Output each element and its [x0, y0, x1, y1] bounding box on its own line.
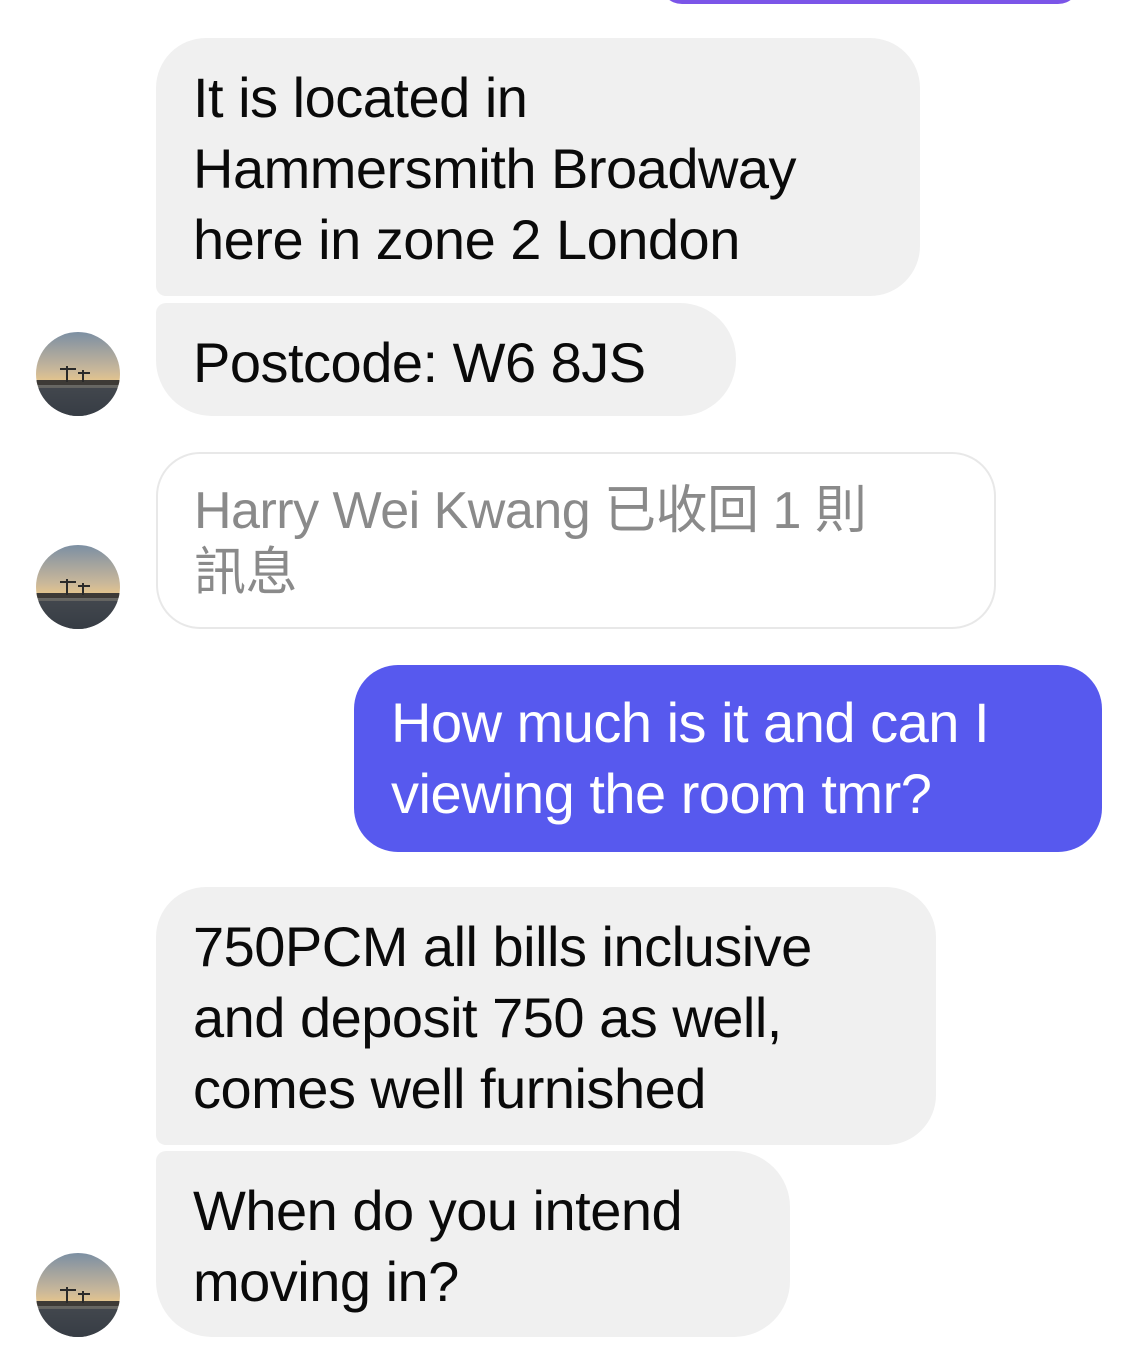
received-message-location[interactable]: It is located in Hammersmith Broadway he… [156, 38, 920, 296]
received-message-move-in[interactable]: When do you intend moving in? [156, 1151, 790, 1337]
harbor-sunset-avatar-icon [36, 332, 120, 416]
unsent-message-notice[interactable]: Harry Wei Kwang 已收回 1 則 訊息 [156, 452, 996, 629]
message-line: Hammersmith Broadway [193, 137, 797, 200]
message-line: here in zone 2 London [193, 208, 740, 271]
harbor-sunset-avatar-icon [36, 1253, 120, 1337]
message-line: moving in? [193, 1250, 459, 1313]
sent-message-price-question[interactable]: How much is it and can I viewing the roo… [354, 665, 1102, 852]
contact-avatar[interactable] [36, 332, 120, 416]
notice-line: Harry Wei Kwang 已收回 1 則 [194, 482, 867, 540]
message-line: viewing the room tmr? [391, 762, 932, 825]
message-line: comes well furnished [193, 1057, 706, 1120]
message-line: When do you intend [193, 1179, 683, 1242]
contact-avatar[interactable] [36, 1253, 120, 1337]
contact-avatar[interactable] [36, 545, 120, 629]
harbor-sunset-avatar-icon [36, 545, 120, 629]
previous-sent-bubble-edge[interactable] [660, 0, 1080, 4]
message-line: How much is it and can I [391, 691, 990, 754]
message-line: Postcode: W6 8JS [193, 331, 646, 394]
notice-line: 訊息 [194, 544, 298, 602]
received-message-postcode[interactable]: Postcode: W6 8JS [156, 303, 736, 416]
received-message-price[interactable]: 750PCM all bills inclusive and deposit 7… [156, 887, 936, 1145]
message-line: It is located in [193, 66, 528, 129]
message-line: 750PCM all bills inclusive [193, 915, 812, 978]
message-line: and deposit 750 as well, [193, 986, 782, 1049]
